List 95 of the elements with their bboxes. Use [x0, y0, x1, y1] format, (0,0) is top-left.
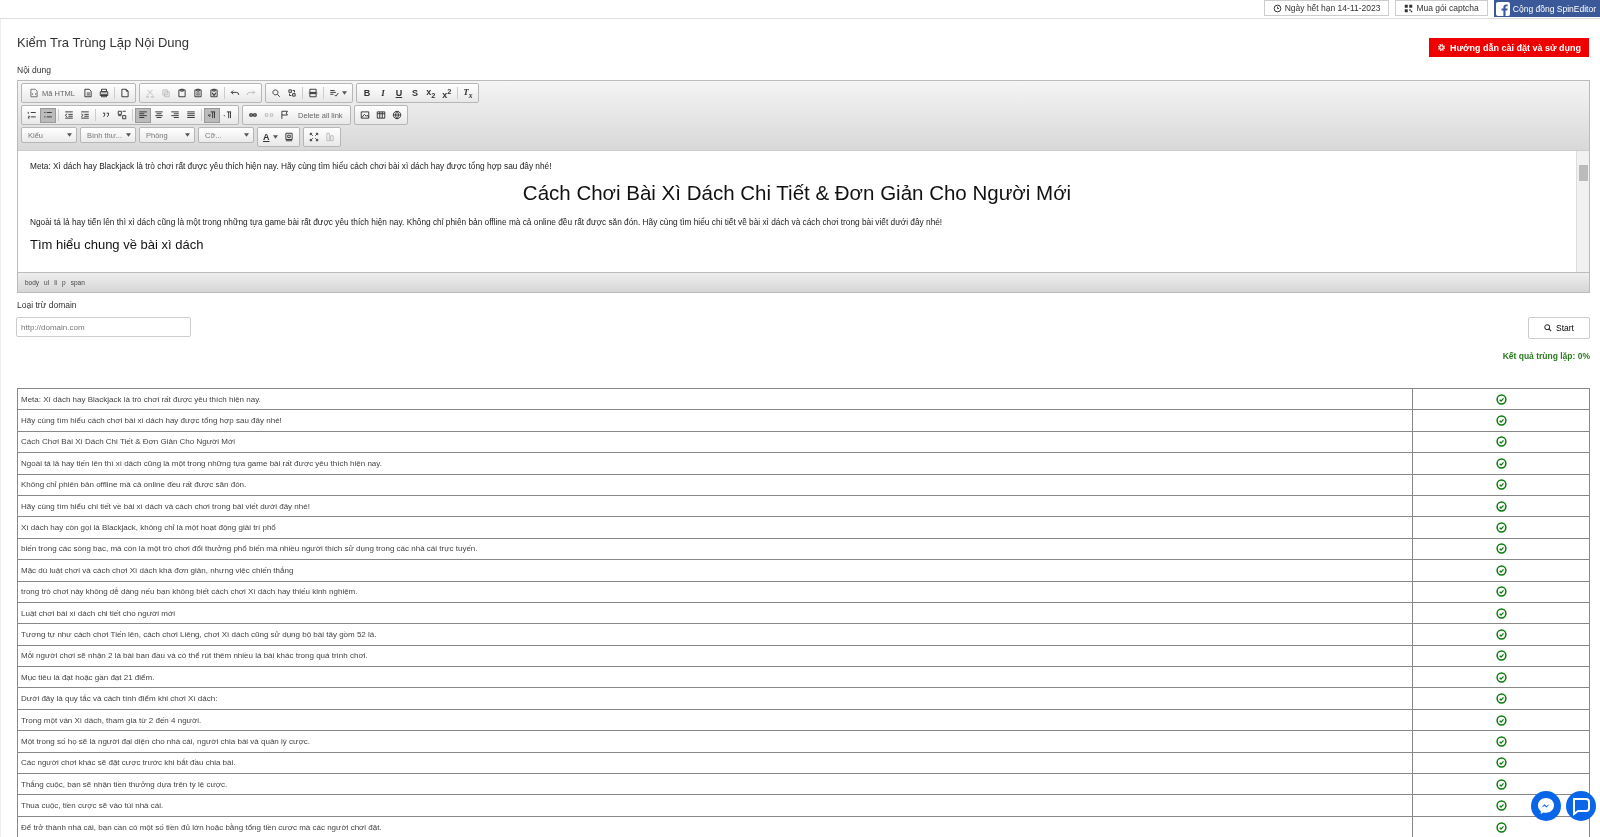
sentence-cell: Meta: Xì dách hay Blackjack là trò chơi rất được yêu thích hiện nay.: [17, 388, 1413, 410]
expiry-button[interactable]: Ngày hết hạn 14-11-2023: [1263, 0, 1390, 16]
align-center-icon: [154, 110, 164, 120]
editor-heading: Cách Chơi Bài Xì Dách Chi Tiết & Đơn Giản Cho Người Mới: [521, 181, 1073, 205]
format-button[interactable]: x$^{2}$: [438, 85, 455, 101]
text-color-button[interactable]: A: [260, 129, 281, 145]
table-icon: [375, 110, 386, 120]
editor-subheading: Tìm hiểu chung về bài xì dách: [30, 237, 205, 252]
sentence-cell: Mục tiêu là đạt hoặc gần đạt 21 điểm.: [17, 666, 1413, 688]
preview-icon: [82, 88, 93, 98]
scrollbar[interactable]: [1576, 151, 1589, 272]
sentence-cell: Mỗi người chơi sẽ nhận 2 lá bài ban đầu và có thể rút thêm nhiều lá bài khác trong quá trình chơi.: [17, 645, 1413, 667]
copy-icon: [160, 88, 171, 98]
page-title: Kiểm Tra Trùng Lặp Nội Dung: [17, 35, 189, 50]
sentence-cell: Thắng cuộc, bạn sẽ nhận tiền thưởng dựa trên tỷ lệ cược.: [17, 773, 1413, 795]
gear-icon: [1437, 43, 1447, 52]
unlink-icon: [264, 110, 274, 120]
caret-icon: [126, 133, 131, 137]
search-icon: [270, 88, 281, 98]
bulleted-list-icon: [43, 110, 53, 120]
facebook-icon: [1495, 1, 1510, 16]
editor-paragraph: Meta: Xì dách hay Blackjack là trò chơi rất được yêu thích hiện nay. Hãy cùng tìm hiểu cách chơi bài xì dách hay được tổng hợp sau đây nhé!: [30, 161, 553, 171]
exclude-label: Loại trừ domain: [17, 300, 78, 310]
flag-icon: [280, 110, 290, 120]
document-icon: [119, 88, 130, 98]
sentence-cell: Một trong số họ sẽ là người đại diện cho nhà cái, người chia bài và quản lý cược.: [17, 730, 1413, 753]
caret-icon: [244, 133, 249, 137]
format-button[interactable]: x$_{2}$: [422, 85, 439, 101]
paragraph-icon: [207, 110, 217, 120]
format-button[interactable]: U: [390, 85, 407, 101]
sentence-cell: Các người chơi khác sẽ đặt cược trước khi bắt đầu chia bài.: [17, 752, 1413, 774]
scissors-icon: [144, 88, 155, 98]
globe-icon: [391, 110, 402, 120]
format-button[interactable]: B: [358, 85, 375, 101]
spellcheck-icon: [328, 88, 339, 98]
sentence-cell: Hãy cùng tìm hiểu chi tiết về bài xì dách và cách chơi trong bài viết dưới đây nhé!: [17, 495, 1413, 517]
undo-icon: [229, 88, 240, 98]
clipboard-icon: [192, 88, 203, 98]
sentence-cell: Luật chơi bài xì dách chi tiết cho người mới: [17, 602, 1413, 624]
quote-icon: [101, 110, 111, 120]
sentence-cell: Mặc dù luật chơi và cách chơi Xì dách khá đơn giản, nhưng việc chiến thắng: [17, 559, 1413, 581]
clock-icon: [1272, 3, 1282, 13]
sentence-cell: Tương tự như cách chơi Tiến lên, cách chơi Liêng, chơi Xì dách cũng sử dụng bộ bài tây gồm 52 lá.: [17, 623, 1413, 646]
sentence-cell: trong trò chơi này không dễ dàng nếu bạn không biết cách chơi Xì dách hay thiếu kinh nghiệm.: [17, 581, 1413, 603]
captcha-button[interactable]: Mua gói captcha: [1395, 0, 1488, 16]
image-icon: [359, 110, 370, 120]
sentence-cell: Không chỉ phiên bản offline mà cả online đều rất được săn đón.: [17, 474, 1413, 496]
indent-icon: [80, 110, 90, 120]
sentence-cell: Thua cuộc, tiền cược sẽ vào túi nhà cái.: [17, 794, 1413, 817]
clipboard-icon: [208, 88, 219, 98]
editor-paragraph: Ngoài tá lả hay tiến lên thì xì dách cũng là một trong những tựa game bài rất được yêu thích hiện nay. Không chỉ phiên bản offline mà cả online đều rất được săn đón. Hãy cùng tìm hiểu chi tiết về bài xì dách và cách chơi trong bài viết dưới đây nhé!: [30, 217, 944, 227]
qr-code-icon: [1404, 3, 1414, 13]
sentence-cell: Trong một ván Xì dách, tham gia từ 2 đến 4 người.: [17, 709, 1413, 731]
clipboard-icon: [176, 88, 187, 98]
align-left-button[interactable]: [135, 107, 151, 123]
start-button[interactable]: Start: [1528, 317, 1590, 339]
align-right-icon: [170, 110, 180, 120]
chat-bubble-button[interactable]: [1566, 791, 1596, 821]
community-button[interactable]: Cộng đồng SpinEditor: [1493, 0, 1600, 17]
caret-icon: [185, 133, 190, 137]
page-break-icon: [307, 88, 318, 98]
bulleted-list-button[interactable]: [40, 107, 56, 123]
justify-icon: [186, 110, 196, 120]
sentence-cell: Hãy cùng tìm hiểu cách chơi bài xì dách hay được tổng hợp sau đây nhé!: [17, 409, 1413, 432]
blocks-icon: [324, 132, 335, 142]
search-icon: [1544, 324, 1552, 332]
link-icon: [248, 110, 258, 120]
result-text: Kết quả trùng lặp: 0%: [1501, 351, 1590, 361]
div-icon: [117, 110, 127, 120]
caret-icon: [341, 91, 347, 95]
sentence-cell: Xì dách hay còn gọi là Blackjack, không chỉ là một hoạt động giải trí phổ: [17, 516, 1413, 539]
sentence-cell: Dưới đây là quy tắc và cách tính điểm khi chơi Xì dách:: [17, 687, 1413, 710]
paragraph-button[interactable]: [204, 107, 220, 123]
format-button[interactable]: S: [406, 85, 423, 101]
sentence-cell: Ngoài tá lả hay tiến lên thì xì dách cũng là một trong những tựa game bài rất được yêu thích hiện nay.: [17, 452, 1413, 475]
help-button[interactable]: Hướng dẫn cài đặt và sử dụng: [1429, 38, 1589, 57]
code-document-icon: [29, 88, 39, 98]
messenger-button[interactable]: [1531, 791, 1561, 821]
sentence-cell: Để trở thành nhà cái, bạn cần có một số tiền đủ lớn hoặc bằng tổng tiền cược mà các người chơi đặt.: [17, 816, 1413, 837]
content-label: Nội dung: [17, 65, 53, 75]
format-button[interactable]: I: [374, 85, 391, 101]
redo-icon: [245, 88, 256, 98]
align-left-icon: [138, 110, 148, 120]
caret-icon: [272, 135, 278, 139]
domain-field[interactable]: http://domain.com: [16, 317, 191, 337]
replace-icon: [286, 88, 297, 98]
caret-icon: [67, 133, 72, 137]
numbered-list-icon: [27, 110, 37, 120]
outdent-icon: [64, 110, 74, 120]
paragraph-icon: [223, 110, 233, 120]
print-icon: [98, 88, 109, 98]
sentence-cell: biến trong các sòng bạc, mà còn là một trò chơi đổi thưởng phổ biến mà nhiều người thích sử dụng trong các nhà cái trực tuyến.: [17, 538, 1413, 560]
maximize-icon: [308, 132, 319, 142]
format-button[interactable]: T$_{x}$: [459, 85, 476, 101]
sentence-cell: Cách Chơi Bài Xì Dách Chi Tiết & Đơn Giản Cho Người Mới: [17, 431, 1413, 453]
